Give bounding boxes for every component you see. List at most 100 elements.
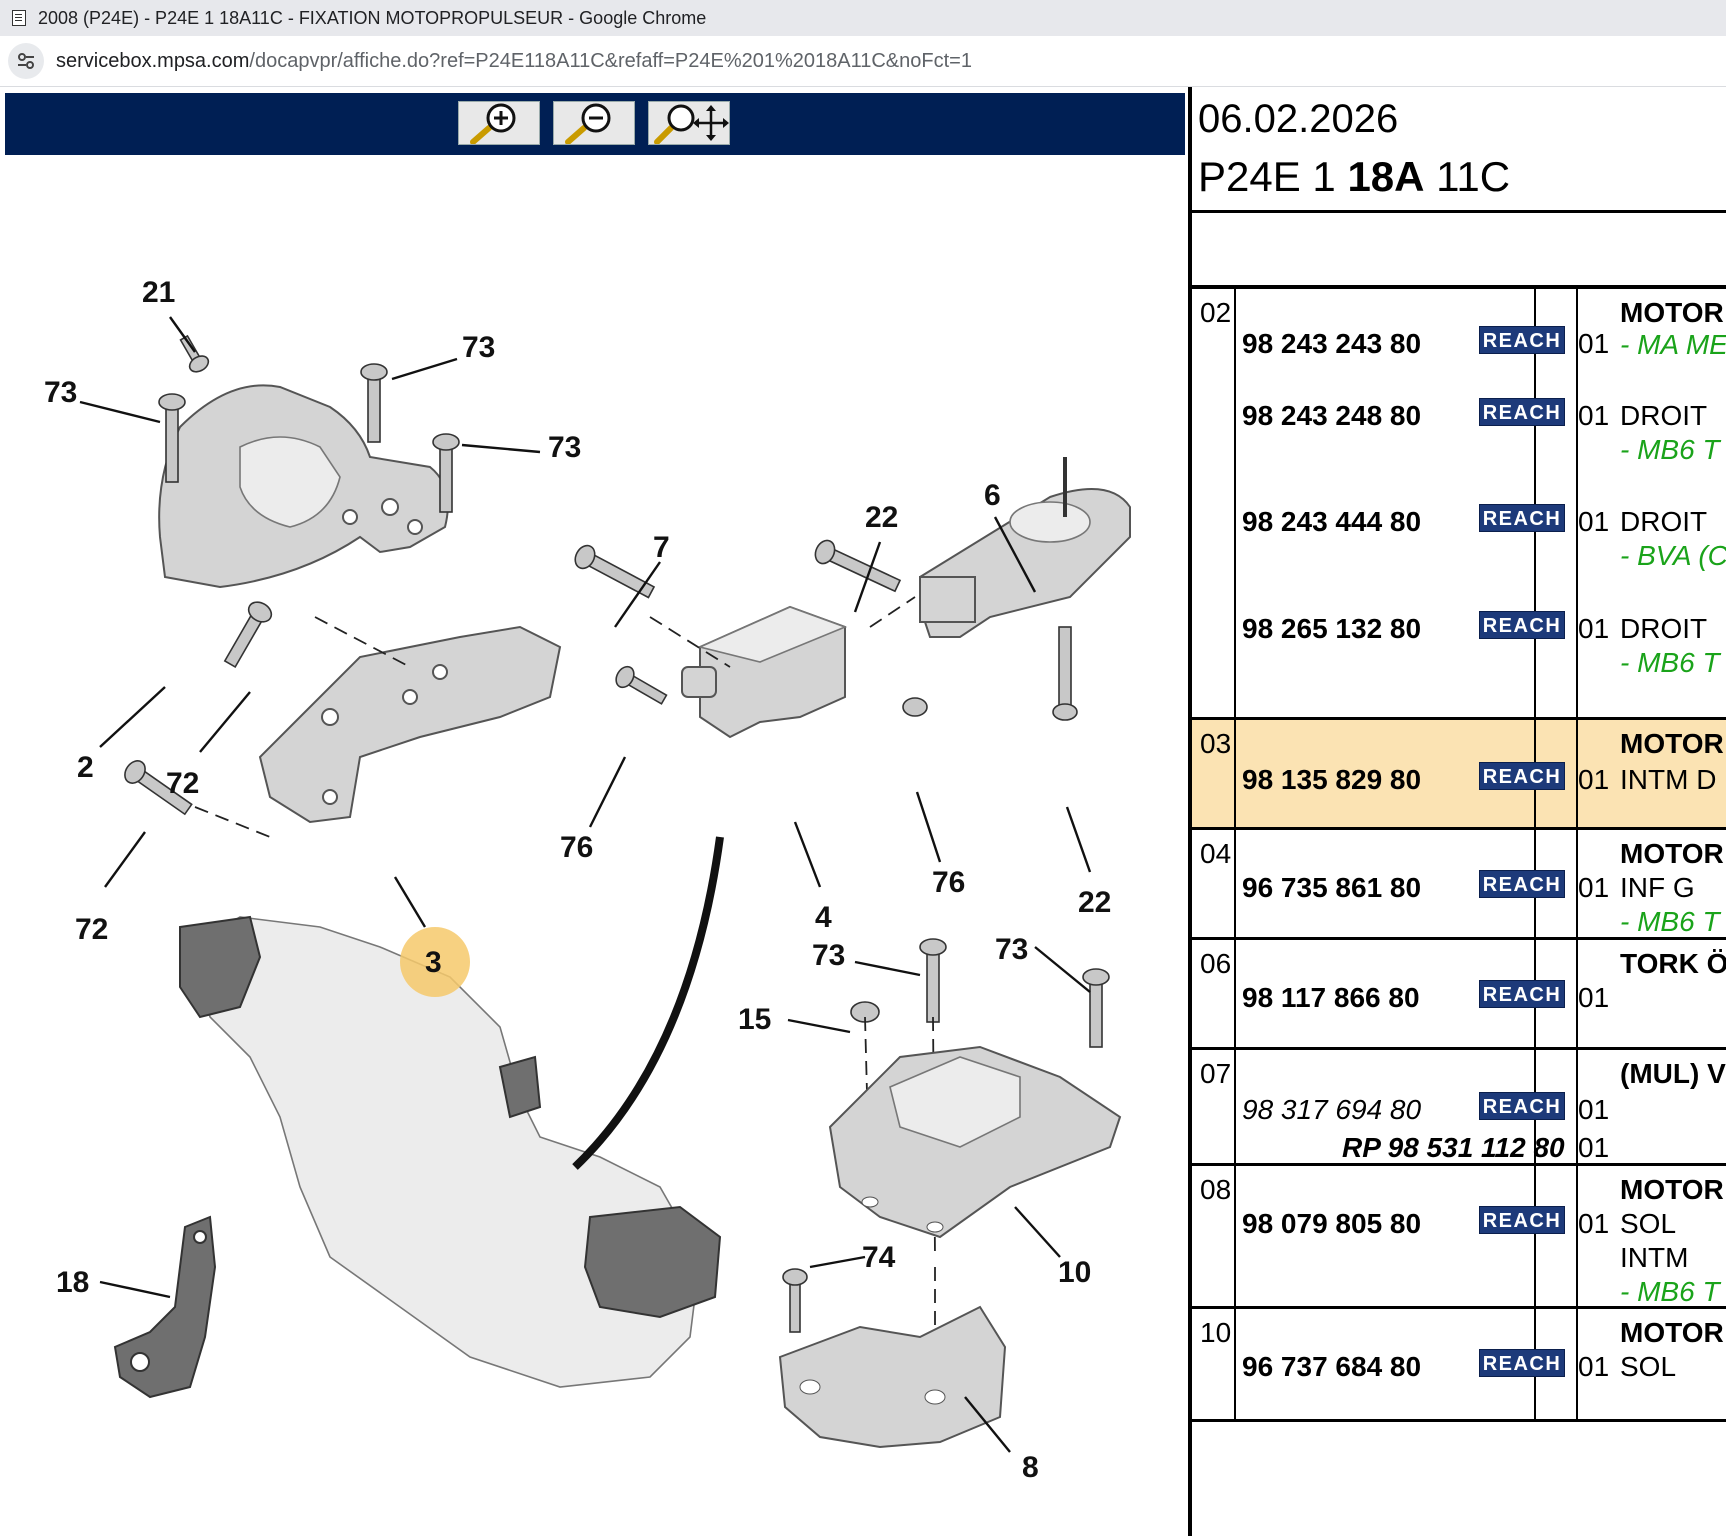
zoom-in-button[interactable] [458,101,540,145]
part-number-link[interactable]: 98 243 444 80 [1242,506,1421,538]
parts-table-row[interactable]: 08 MOTOR 98 079 805 80 REACH 01 SOL INTM - MB6 … [1192,1166,1726,1309]
reach-badge[interactable]: REACH [1479,398,1565,426]
column-rule [1234,720,1236,827]
reach-badge[interactable]: REACH [1479,1206,1565,1234]
part-2-engine-mount[interactable] [158,384,449,589]
callout-7[interactable]: 7 [653,531,670,564]
reach-badge[interactable]: REACH [1479,504,1565,532]
viewer-toolbar [5,93,1185,155]
callout-15[interactable]: 15 [738,1003,771,1036]
callout-21[interactable]: 21 [142,276,175,309]
parts-table-row[interactable]: 10 MOTOR 96 737 684 80 REACH 01 SOL [1192,1309,1726,1422]
part-designation: DROIT [1620,613,1708,644]
part-4-mount-block[interactable] [681,605,848,739]
part-designation: INF G [1620,872,1695,903]
part-designation: MOTOR [1620,728,1724,759]
callout-72[interactable]: 72 [166,767,199,800]
zoom-out-icon [565,103,611,145]
callout-22[interactable]: 22 [865,501,898,534]
address-bar[interactable]: servicebox.mpsa.com/docapvpr/affiche.do?… [0,36,1726,87]
part-designation: MOTOR [1620,1317,1724,1348]
parts-table-row[interactable]: 06 TORK Ö 98 117 866 80 REACH 01 [1192,940,1726,1050]
callout-2[interactable]: 2 [77,751,94,784]
application-note: - MB6 T [1620,434,1720,465]
url-text[interactable]: servicebox.mpsa.com/docapvpr/affiche.do?… [56,50,972,73]
quantity: 01 [1578,982,1610,1013]
callout-72[interactable]: 72 [75,913,108,946]
part-number-link[interactable]: RP 98 531 112 80 [1342,1132,1565,1164]
reach-badge[interactable]: REACH [1479,980,1565,1008]
application-note: - BVA (C [1620,540,1726,571]
quantity: 01 [1578,506,1610,537]
part-number-link[interactable]: 98 135 829 80 [1242,764,1421,796]
callout-10[interactable]: 10 [1058,1256,1091,1289]
ref-function: 18A [1347,153,1425,200]
application-note: - MA ME [1620,329,1726,360]
callout-73[interactable]: 73 [548,431,581,464]
part-number-link[interactable]: 98 117 866 80 [1242,982,1420,1014]
quantity: 01 [1578,1351,1610,1382]
part-number-link[interactable]: 96 735 861 80 [1242,872,1421,904]
part-number-link[interactable]: 96 737 684 80 [1242,1351,1421,1383]
callout-73[interactable]: 73 [44,376,77,409]
callout-8[interactable]: 8 [1022,1451,1039,1484]
part-3-bracket[interactable] [258,625,562,824]
parts-table-row[interactable]: 07 (MUL) V 98 317 694 80 REACH 01 RP 98 531 1… [1192,1050,1726,1166]
part-designation: MOTOR [1620,1174,1724,1205]
callout-22[interactable]: 22 [1078,886,1111,919]
part-10-gearbox-mount[interactable] [828,1045,1122,1239]
callout-18[interactable]: 18 [56,1266,89,1299]
url-host: servicebox.mpsa.com [56,49,250,72]
zoom-pan-icon [654,104,729,145]
column-rule [1234,830,1236,937]
application-note: - MB6 T [1620,647,1720,678]
zoom-out-button[interactable] [553,101,635,145]
header-rule [1192,210,1726,213]
position-number: 07 [1200,1058,1232,1089]
callout-4[interactable]: 4 [815,901,832,934]
part-number-link[interactable]: 98 317 694 80 [1242,1094,1421,1126]
part-number-link[interactable]: 98 243 243 80 [1242,328,1421,360]
callout-6[interactable]: 6 [984,479,1001,512]
position-number: 04 [1200,838,1232,869]
part-number-link[interactable]: 98 265 132 80 [1242,613,1421,645]
callout-76[interactable]: 76 [932,866,965,899]
sheet-date: 06.02.2026 [1198,97,1399,141]
ref-prefix: P24E 1 [1198,153,1348,200]
position-number: 10 [1200,1317,1232,1348]
callout-3[interactable]: 3 [425,946,442,979]
part-8-lower-mount[interactable] [778,1305,1007,1449]
parts-table-row[interactable]: 04 MOTOR 96 735 861 80 REACH 01 INF G- MB6 T [1192,830,1726,940]
part-designation: INTM D [1620,764,1717,795]
parts-table-row[interactable]: 03 MOTOR 98 135 829 80 REACH 01 INTM D [1192,720,1726,830]
engine-gearbox-assembly[interactable] [179,836,724,1388]
part-designation: MOTOR [1620,838,1724,869]
quantity: 01 [1578,328,1610,359]
part-designation: DROIT [1620,506,1708,537]
callout-73[interactable]: 73 [812,939,845,972]
callout-73[interactable]: 73 [995,933,1028,966]
zoom-pan-button[interactable] [648,101,730,145]
parts-list-panel: 06.02.2026 P24E 1 18A 11C 02 98 243 243 8… [1192,87,1726,1536]
part-designation: INTM [1620,1242,1689,1273]
part-number-link[interactable]: 98 243 248 80 [1242,400,1421,432]
reach-badge[interactable]: REACH [1479,870,1565,898]
callout-76[interactable]: 76 [560,831,593,864]
callout-73[interactable]: 73 [462,331,495,364]
application-note: - MB6 T [1620,1276,1720,1307]
part-number-link[interactable]: 98 079 805 80 [1242,1208,1421,1240]
reach-badge[interactable]: REACH [1479,1349,1565,1377]
part-18-small-bracket[interactable] [113,1215,217,1399]
site-info-icon[interactable] [8,43,44,79]
reach-badge[interactable]: REACH [1479,1092,1565,1120]
parts-table-row[interactable]: 02 98 243 243 80 REACH 01 MOTOR - MA ME 98 243… [1192,289,1726,720]
reach-badge[interactable]: REACH [1479,326,1565,354]
diagram-viewer[interactable]: 21 73 73 73 2 72 72 3 7 76 4 22 6 76 22 … [0,87,1185,1536]
reach-badge[interactable]: REACH [1479,611,1565,639]
reach-badge[interactable]: REACH [1479,762,1565,790]
position-number: 02 [1200,297,1232,328]
quantity: 01 [1578,1208,1610,1239]
part-6-torque-rod[interactable] [919,457,1131,638]
position-number: 08 [1200,1174,1232,1205]
callout-74[interactable]: 74 [862,1241,896,1274]
